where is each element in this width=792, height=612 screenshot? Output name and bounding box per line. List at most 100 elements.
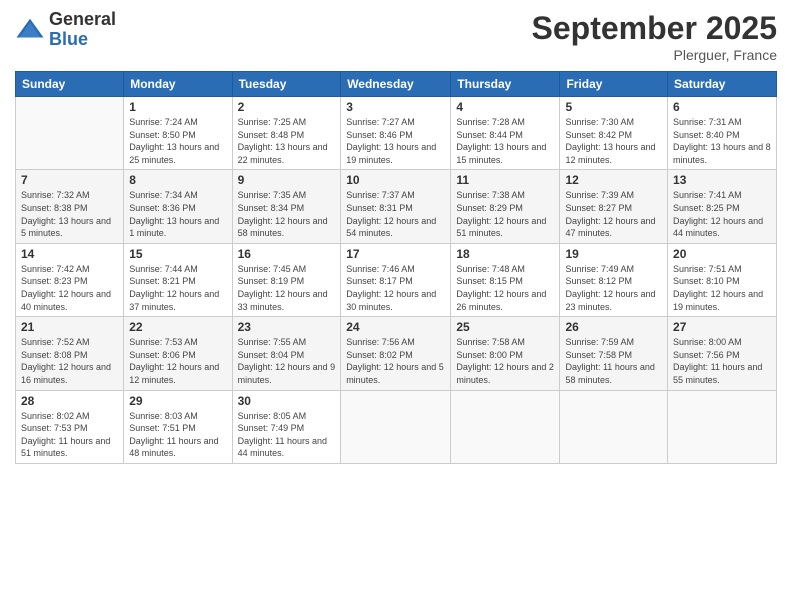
day-number: 23 (238, 320, 336, 334)
col-header-sunday: Sunday (16, 72, 124, 97)
day-info: Sunrise: 7:30 AM Sunset: 8:42 PM Dayligh… (565, 116, 662, 166)
day-info: Sunrise: 7:32 AM Sunset: 8:38 PM Dayligh… (21, 189, 118, 239)
day-info: Sunrise: 7:28 AM Sunset: 8:44 PM Dayligh… (456, 116, 554, 166)
day-number: 27 (673, 320, 771, 334)
day-info: Sunrise: 7:45 AM Sunset: 8:19 PM Dayligh… (238, 263, 336, 313)
day-number: 20 (673, 247, 771, 261)
calendar: SundayMondayTuesdayWednesdayThursdayFrid… (15, 71, 777, 464)
day-number: 13 (673, 173, 771, 187)
day-number: 30 (238, 394, 336, 408)
calendar-cell: 19 Sunrise: 7:49 AM Sunset: 8:12 PM Dayli… (560, 243, 668, 316)
calendar-cell: 3 Sunrise: 7:27 AM Sunset: 8:46 PM Daylig… (341, 97, 451, 170)
day-info: Sunrise: 7:31 AM Sunset: 8:40 PM Dayligh… (673, 116, 771, 166)
day-info: Sunrise: 8:03 AM Sunset: 7:51 PM Dayligh… (129, 410, 226, 460)
title-block: September 2025 Plerguer, France (532, 10, 777, 63)
main-title: September 2025 (532, 10, 777, 47)
day-info: Sunrise: 7:42 AM Sunset: 8:23 PM Dayligh… (21, 263, 118, 313)
week-row-4: 28 Sunrise: 8:02 AM Sunset: 7:53 PM Dayli… (16, 390, 777, 463)
calendar-cell: 7 Sunrise: 7:32 AM Sunset: 8:38 PM Daylig… (16, 170, 124, 243)
day-info: Sunrise: 7:52 AM Sunset: 8:08 PM Dayligh… (21, 336, 118, 386)
day-number: 3 (346, 100, 445, 114)
calendar-cell: 17 Sunrise: 7:46 AM Sunset: 8:17 PM Dayli… (341, 243, 451, 316)
day-info: Sunrise: 7:38 AM Sunset: 8:29 PM Dayligh… (456, 189, 554, 239)
day-number: 6 (673, 100, 771, 114)
calendar-cell: 16 Sunrise: 7:45 AM Sunset: 8:19 PM Dayli… (232, 243, 341, 316)
day-info: Sunrise: 7:25 AM Sunset: 8:48 PM Dayligh… (238, 116, 336, 166)
day-number: 19 (565, 247, 662, 261)
day-number: 26 (565, 320, 662, 334)
calendar-cell: 10 Sunrise: 7:37 AM Sunset: 8:31 PM Dayli… (341, 170, 451, 243)
day-info: Sunrise: 7:55 AM Sunset: 8:04 PM Dayligh… (238, 336, 336, 386)
calendar-cell: 15 Sunrise: 7:44 AM Sunset: 8:21 PM Dayli… (124, 243, 232, 316)
col-header-wednesday: Wednesday (341, 72, 451, 97)
calendar-cell: 18 Sunrise: 7:48 AM Sunset: 8:15 PM Dayli… (451, 243, 560, 316)
calendar-cell: 6 Sunrise: 7:31 AM Sunset: 8:40 PM Daylig… (668, 97, 777, 170)
day-number: 11 (456, 173, 554, 187)
calendar-cell: 29Sunrise: 8:03 AM Sunset: 7:51 PM Dayli… (124, 390, 232, 463)
day-info: Sunrise: 7:27 AM Sunset: 8:46 PM Dayligh… (346, 116, 445, 166)
day-info: Sunrise: 7:35 AM Sunset: 8:34 PM Dayligh… (238, 189, 336, 239)
calendar-cell: 25 Sunrise: 7:58 AM Sunset: 8:00 PM Dayli… (451, 317, 560, 390)
day-info: Sunrise: 8:02 AM Sunset: 7:53 PM Dayligh… (21, 410, 118, 460)
day-info: Sunrise: 8:05 AM Sunset: 7:49 PM Dayligh… (238, 410, 336, 460)
day-number: 10 (346, 173, 445, 187)
calendar-cell: 20 Sunrise: 7:51 AM Sunset: 8:10 PM Dayli… (668, 243, 777, 316)
day-info: Sunrise: 7:44 AM Sunset: 8:21 PM Dayligh… (129, 263, 226, 313)
day-number: 17 (346, 247, 445, 261)
day-info: Sunrise: 7:56 AM Sunset: 8:02 PM Dayligh… (346, 336, 445, 386)
day-info: Sunrise: 7:39 AM Sunset: 8:27 PM Dayligh… (565, 189, 662, 239)
calendar-cell: 11 Sunrise: 7:38 AM Sunset: 8:29 PM Dayli… (451, 170, 560, 243)
day-number: 5 (565, 100, 662, 114)
day-number: 9 (238, 173, 336, 187)
calendar-cell: 28 Sunrise: 8:02 AM Sunset: 7:53 PM Dayli… (16, 390, 124, 463)
calendar-cell (16, 97, 124, 170)
day-number: 25 (456, 320, 554, 334)
subtitle: Plerguer, France (532, 47, 777, 63)
day-info: Sunrise: 7:41 AM Sunset: 8:25 PM Dayligh… (673, 189, 771, 239)
col-header-friday: Friday (560, 72, 668, 97)
day-info: Sunrise: 7:37 AM Sunset: 8:31 PM Dayligh… (346, 189, 445, 239)
day-info: Sunrise: 7:51 AM Sunset: 8:10 PM Dayligh… (673, 263, 771, 313)
day-info: Sunrise: 7:58 AM Sunset: 8:00 PM Dayligh… (456, 336, 554, 386)
week-row-1: 7 Sunrise: 7:32 AM Sunset: 8:38 PM Daylig… (16, 170, 777, 243)
day-number: 22 (129, 320, 226, 334)
day-number: 16 (238, 247, 336, 261)
calendar-cell: 23 Sunrise: 7:55 AM Sunset: 8:04 PM Dayli… (232, 317, 341, 390)
calendar-cell: 12 Sunrise: 7:39 AM Sunset: 8:27 PM Dayli… (560, 170, 668, 243)
day-info: Sunrise: 7:46 AM Sunset: 8:17 PM Dayligh… (346, 263, 445, 313)
calendar-cell: 2 Sunrise: 7:25 AM Sunset: 8:48 PM Daylig… (232, 97, 341, 170)
day-number: 28 (21, 394, 118, 408)
calendar-cell: 14Sunrise: 7:42 AM Sunset: 8:23 PM Dayli… (16, 243, 124, 316)
day-number: 21 (21, 320, 118, 334)
day-number: 12 (565, 173, 662, 187)
day-number: 1 (129, 100, 226, 114)
logo-general: General (49, 10, 116, 30)
day-info: Sunrise: 7:49 AM Sunset: 8:12 PM Dayligh… (565, 263, 662, 313)
week-row-3: 21 Sunrise: 7:52 AM Sunset: 8:08 PM Dayli… (16, 317, 777, 390)
calendar-cell (668, 390, 777, 463)
day-number: 18 (456, 247, 554, 261)
week-row-2: 14Sunrise: 7:42 AM Sunset: 8:23 PM Dayli… (16, 243, 777, 316)
calendar-cell: 21 Sunrise: 7:52 AM Sunset: 8:08 PM Dayli… (16, 317, 124, 390)
day-number: 24 (346, 320, 445, 334)
calendar-cell: 26 Sunrise: 7:59 AM Sunset: 7:58 PM Dayli… (560, 317, 668, 390)
day-info: Sunrise: 7:24 AM Sunset: 8:50 PM Dayligh… (129, 116, 226, 166)
day-number: 15 (129, 247, 226, 261)
day-number: 7 (21, 173, 118, 187)
day-info: Sunrise: 7:59 AM Sunset: 7:58 PM Dayligh… (565, 336, 662, 386)
logo: General Blue (15, 10, 116, 50)
col-header-thursday: Thursday (451, 72, 560, 97)
calendar-cell: 30 Sunrise: 8:05 AM Sunset: 7:49 PM Dayli… (232, 390, 341, 463)
col-header-tuesday: Tuesday (232, 72, 341, 97)
week-row-0: 1 Sunrise: 7:24 AM Sunset: 8:50 PM Daylig… (16, 97, 777, 170)
day-number: 2 (238, 100, 336, 114)
calendar-cell: 22Sunrise: 7:53 AM Sunset: 8:06 PM Dayli… (124, 317, 232, 390)
day-info: Sunrise: 7:48 AM Sunset: 8:15 PM Dayligh… (456, 263, 554, 313)
page: General Blue September 2025 Plerguer, Fr… (0, 0, 792, 612)
calendar-cell: 27Sunrise: 8:00 AM Sunset: 7:56 PM Dayli… (668, 317, 777, 390)
calendar-cell: 24 Sunrise: 7:56 AM Sunset: 8:02 PM Dayli… (341, 317, 451, 390)
col-header-saturday: Saturday (668, 72, 777, 97)
header: General Blue September 2025 Plerguer, Fr… (15, 10, 777, 63)
calendar-cell: 13 Sunrise: 7:41 AM Sunset: 8:25 PM Dayli… (668, 170, 777, 243)
calendar-cell (560, 390, 668, 463)
